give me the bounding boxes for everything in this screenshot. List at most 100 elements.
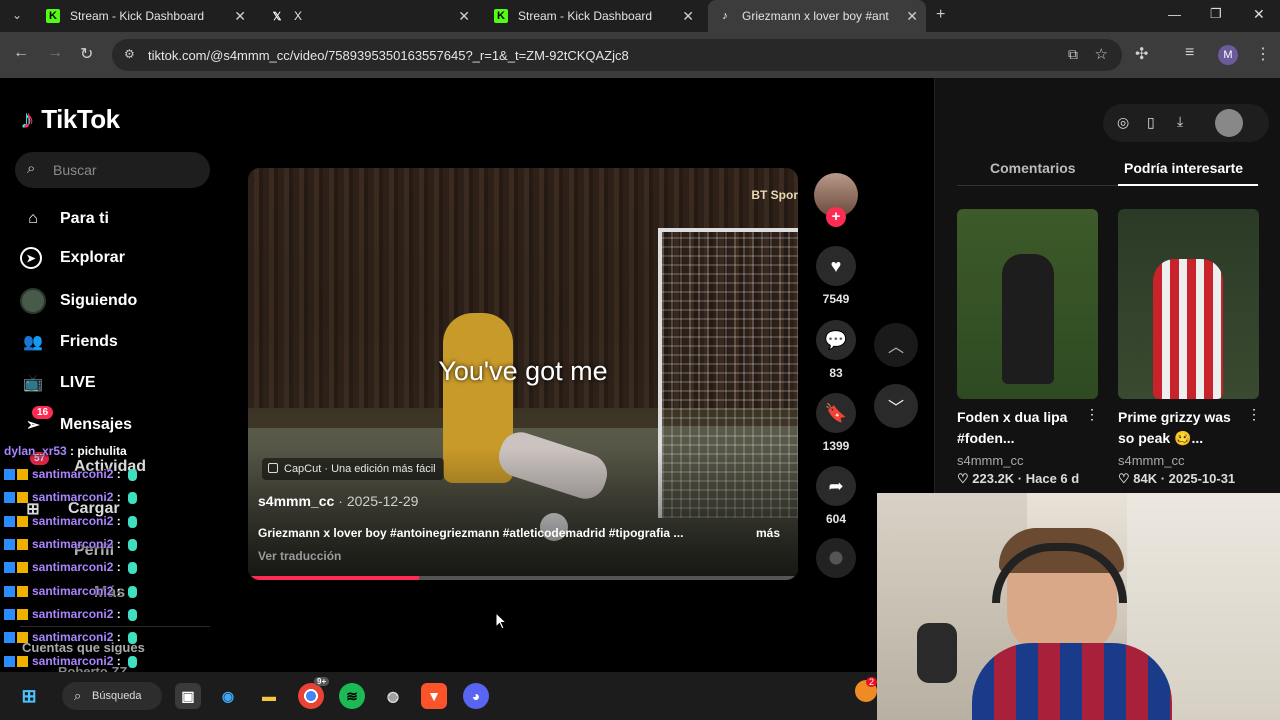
tab-kick-1[interactable]: K Stream - Kick Dashboard ✕ [36,0,254,32]
translate-button[interactable]: Ver traducción [258,549,341,563]
edge-icon[interactable]: ◉ [215,683,241,709]
save-button[interactable]: 🔖 1399 [816,393,856,453]
discord-icon[interactable]: ◕ [463,683,489,709]
recommended-video-title[interactable]: Prime grizzy was so peak 🥴... [1118,407,1248,449]
obs-icon[interactable]: ◍ [380,683,406,709]
capcut-badge[interactable]: CapCut · Una edición más fácil [262,458,444,480]
follow-plus-icon[interactable]: + [826,207,846,227]
task-view-icon[interactable]: ▣ [175,683,201,709]
share-icon: ➦ [816,466,856,506]
next-video-button[interactable]: ﹀ [874,384,918,428]
close-icon[interactable]: ✕ [458,8,470,25]
recommended-video-user[interactable]: s4mmm_cc [1118,453,1184,468]
more-options-icon[interactable]: ⋮ [1247,406,1261,423]
recommended-video-user[interactable]: s4mmm_cc [957,453,1023,468]
tab-search-icon[interactable]: ⌄ [12,8,22,22]
minimize-icon[interactable]: — [1168,7,1181,22]
new-tab-button[interactable]: + [936,6,945,24]
tab-kick-2[interactable]: K Stream - Kick Dashboard ✕ [484,0,702,32]
messages-badge: 16 [32,406,54,419]
nav-para-ti[interactable]: ⌂ Para ti [20,206,109,232]
chat-text: : [113,607,125,621]
chat-emote-icon [128,538,138,551]
profile-avatar[interactable]: M [1218,45,1238,65]
nav-live[interactable]: 📺 LIVE [20,370,96,396]
recommended-video-thumbnail[interactable] [957,209,1098,399]
following-avatar-icon [20,288,46,314]
music-disc[interactable] [816,538,856,578]
site-info-icon[interactable]: ⚙ [124,47,135,61]
user-avatar[interactable] [1215,109,1243,137]
chat-message: santimarconi2 : [4,537,138,551]
like-button[interactable]: ♥ 7549 [816,246,856,306]
nav-mensajes[interactable]: ➢ 16 Mensajes [20,406,132,438]
bookmark-star-icon[interactable]: ☆ [1095,45,1108,63]
chat-text: : [113,467,125,481]
close-icon[interactable]: ✕ [906,8,918,25]
previous-video-button[interactable]: ︿ [874,323,918,367]
caption-more-button[interactable]: más [756,526,780,540]
notification-icon[interactable]: 2 [855,677,878,702]
more-options-icon[interactable]: ⋮ [1085,406,1099,423]
chat-badges-icon [4,516,28,528]
taskbar-search-label: Búsqueda [92,690,142,702]
tab-tiktok[interactable]: ♪ Griezmann x lover boy #ant ✕ [708,0,926,32]
download-icon[interactable]: ⤓ [1177,113,1183,130]
music-disc-icon [816,538,856,578]
tab-title: Stream - Kick Dashboard [70,9,205,23]
nav-explorar[interactable]: ➤ Explorar [20,247,125,269]
share-button[interactable]: ➦ 604 [816,466,856,526]
video-author[interactable]: s4mmm_cc · 2025-12-29 [258,493,418,509]
address-bar-row: ← → ↻ ⚙ tiktok.com/@s4mmm_cc/video/75893… [0,32,1280,78]
chrome-icon[interactable]: 9+ [298,677,330,709]
forward-icon[interactable]: → [47,44,63,62]
taskbar-search[interactable]: ⌕ Búsqueda [62,682,162,710]
live-icon: 📺 [23,375,43,392]
windows-start-icon[interactable]: ⊞ [16,683,42,709]
search-input[interactable]: ⌕ Buscar [15,152,210,188]
chat-username: santimarconi2 [32,514,114,528]
maximize-icon[interactable]: ❐ [1210,6,1222,22]
nav-label: Para ti [60,210,109,227]
file-explorer-icon[interactable]: ▬ [256,683,282,709]
tiktok-note-icon: ♪ [22,104,35,134]
tab-podria-interesarte[interactable]: Podría interesarte [1124,160,1243,176]
nav-label: Siguiendo [60,292,138,309]
nav-label: Explorar [60,249,125,266]
capcut-label: CapCut · Una edición más fácil [284,463,436,475]
tiktok-logo[interactable]: ♪ TikTok [22,104,120,135]
chat-username: santimarconi2 [32,490,114,504]
chat-username: santimarconi2 [32,607,114,621]
comment-count: 83 [829,366,843,380]
kick-icon: K [494,9,508,23]
reload-icon[interactable]: ↻ [80,44,93,64]
close-icon[interactable]: ✕ [682,8,694,25]
menu-dots-icon[interactable]: ⋮ [1255,44,1271,64]
tab-title: Stream - Kick Dashboard [518,9,653,23]
comment-button[interactable]: 💬 83 [816,320,856,380]
extensions-icon[interactable]: ✣ [1135,44,1148,64]
nav-siguiendo[interactable]: Siguiendo [20,288,137,314]
window-close-icon[interactable]: ✕ [1253,6,1265,23]
spotify-icon[interactable]: ≋ [339,683,365,709]
tab-comentarios[interactable]: Comentarios [990,160,1076,176]
tab-x[interactable]: 𝕏 X ✕ [260,0,478,32]
compass-icon: ➤ [20,247,42,269]
close-icon[interactable]: ✕ [234,8,246,25]
brave-icon[interactable]: ▼ [421,683,447,709]
install-app-icon[interactable]: ⧉ [1068,46,1078,63]
url-field[interactable]: ⚙ tiktok.com/@s4mmm_cc/video/75893953501… [112,39,1122,71]
chat-message: santimarconi2 : [4,514,138,528]
recommended-video-title[interactable]: Foden x dua lipa #foden... [957,407,1087,449]
broadcast-watermark: BT Spor [751,188,798,202]
nav-friends[interactable]: 👥 Friends [20,329,118,355]
video-progress-bar[interactable] [248,576,798,580]
creator-avatar[interactable]: + [814,173,858,227]
video-caption: Griezmann x lover boy #antoinegriezmann … [258,526,684,540]
back-icon[interactable]: ← [13,44,29,62]
media-control-icon[interactable]: ≡ [1185,44,1194,62]
device-icon[interactable]: ▯ [1147,114,1155,131]
coin-icon[interactable]: ◎ [1117,114,1129,131]
video-player[interactable]: You've got me BT Spor CapCut · Una edici… [248,168,798,580]
recommended-video-thumbnail[interactable] [1118,209,1259,399]
